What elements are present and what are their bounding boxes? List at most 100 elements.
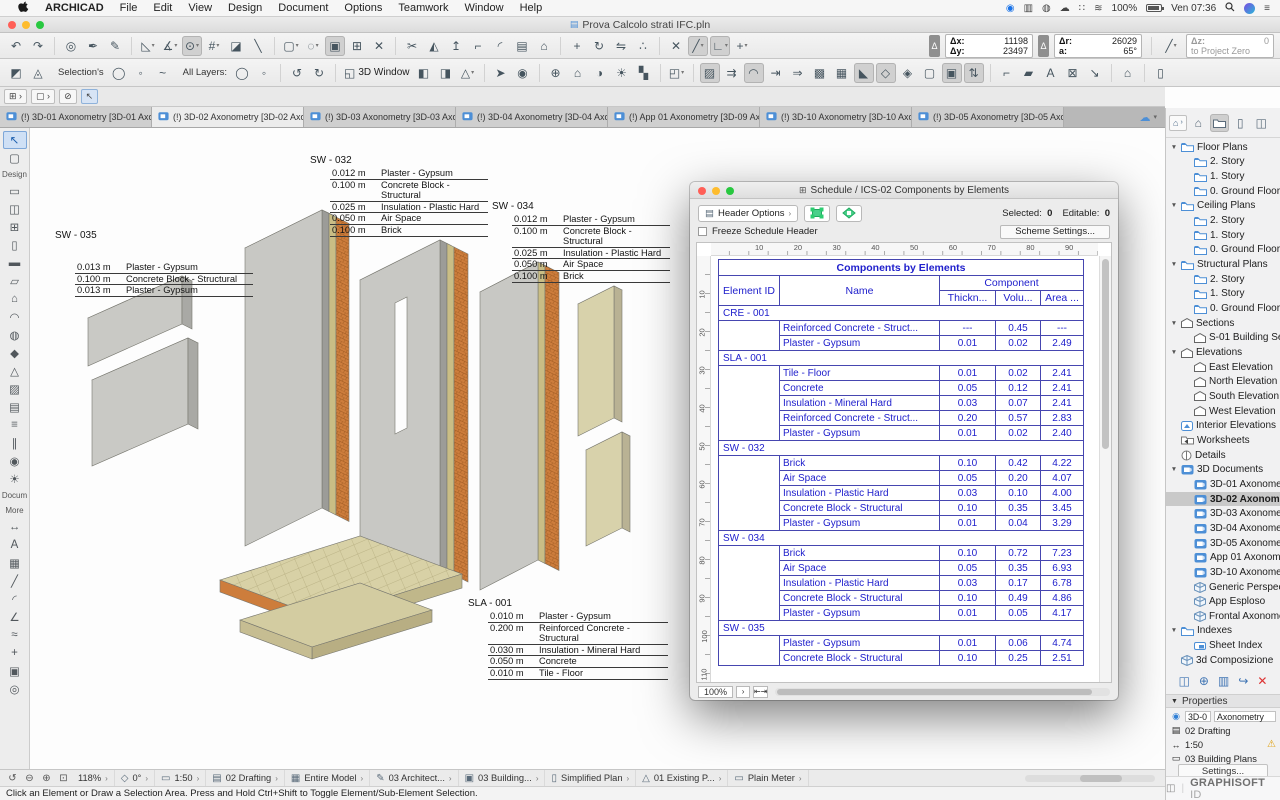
expander-icon[interactable]: ▼ [1170,202,1178,209]
expander-icon[interactable]: ▼ [1170,320,1178,327]
select-area-button[interactable] [804,205,830,222]
tree-item[interactable]: Frontal Axonometry [1166,609,1280,624]
trace-reference-icon[interactable]: ▢▾ [281,36,301,56]
favorites-pen-icon[interactable]: ✎ [105,36,125,56]
schedule-group-row[interactable]: CRE - 001 [719,306,1084,321]
zoom-out-icon[interactable]: ⊖ [21,773,38,784]
guide-lines-icon[interactable]: ◺▾ [138,36,158,56]
resize-icon[interactable]: ▤ [512,36,532,56]
menu-teamwork[interactable]: Teamwork [390,2,456,14]
show-all-3d-icon[interactable]: ◬ [28,63,48,83]
tab-1[interactable]: (!) 3D-01 Axonometry [3D-01 Axono... [0,107,152,127]
frame-sel-icon[interactable]: ⊠ [1063,63,1083,83]
schedule-data-row[interactable]: Brick0.100.727.23 [719,546,1084,561]
tree-item[interactable]: East Elevation [1166,360,1280,375]
look-to-icon[interactable]: ◉ [513,63,533,83]
door-tool[interactable]: ◫ [3,200,27,218]
tab-7[interactable]: (!) 3D-05 Axonometry [3D-05 Axono... [912,107,1064,127]
view-back-icon[interactable]: ↺ [287,63,307,83]
rotate-icon[interactable]: ↻ [589,36,609,56]
default-tool[interactable]: ⊘ [59,89,77,104]
wifi-icon[interactable]: ≋ [1094,3,1102,14]
menu-file[interactable]: File [112,2,146,14]
extensions-icon[interactable]: ∷ [1079,3,1085,14]
3d-window-icon[interactable]: ◱3D Window [342,63,411,83]
expander-icon[interactable]: ▼ [1170,261,1178,268]
tree-item[interactable]: Generic Perspective [1166,580,1280,595]
publisher-tab[interactable]: ◫ [1252,114,1271,132]
cancel-icon[interactable]: ✕ [666,36,686,56]
marquee-rect-icon[interactable]: ▢ [920,63,940,83]
tree-item[interactable]: ▼Floor Plans [1166,140,1280,155]
tab-2[interactable]: (!) 3D-02 Axonometry [3D-02 Axon... [152,107,304,127]
intersect-icon[interactable]: ⌐ [468,36,488,56]
view-name-field[interactable]: Axonometry [1214,711,1276,722]
tab-overflow-button[interactable]: ☁ ▾ [1064,107,1165,127]
skylight-tool[interactable]: ◍ [3,326,27,344]
line-tool[interactable]: ╱ [3,572,27,590]
figure-tool[interactable]: ▣ [3,662,27,680]
dimensions-control[interactable]: ▭Plain Meter› [728,770,808,786]
toolbox-popup[interactable]: ⊞ › [4,89,27,104]
split-icon[interactable]: ◭ [424,36,444,56]
cutaway-3d-icon[interactable]: ◨ [436,63,456,83]
apple-menu-icon[interactable] [10,0,37,16]
drawing-canvas[interactable]: SW - 0350.013 mPlaster - Gypsum0.100 mCo… [30,128,1165,769]
view-map-tab[interactable] [1210,114,1229,132]
zone-tool[interactable]: ▨ [3,380,27,398]
cut-hatch-icon[interactable]: ◣ [854,63,874,83]
tree-item[interactable]: North Elevation [1166,375,1280,390]
app-status-icon[interactable]: ◉ [1006,3,1015,14]
camera-tool[interactable]: ◎ [3,680,27,698]
import-button[interactable]: ↪ [1238,674,1248,688]
tree-item[interactable]: 3D-10 Axonometry [1166,565,1280,580]
tree-item[interactable]: App Esploso [1166,594,1280,609]
layers-drop-icon[interactable]: ◦ [254,63,274,83]
tab-4[interactable]: (!) 3D-04 Axonometry [3D-04 Axon... [456,107,608,127]
renovation-filter-control[interactable]: △01 Existing P...› [636,770,728,786]
model-view-options-control[interactable]: ▣03 Building...› [459,770,546,786]
tree-item[interactable]: 3D-01 Axonometry [1166,477,1280,492]
arrow-tool[interactable]: ↖ [3,131,27,149]
layer-combination-control[interactable]: ▤02 Drafting› [206,770,285,786]
opening-icon[interactable]: ◈ [898,63,918,83]
zone-dot-icon[interactable]: ◇ [876,63,896,83]
schedule-minimize-button[interactable] [712,187,720,195]
text-tool[interactable]: A [3,536,27,554]
dimension-tool[interactable]: ↔ [3,518,27,536]
tree-item[interactable]: 1. Story [1166,287,1280,302]
sync-icon[interactable]: ◍ [1042,3,1051,14]
pick-up-parameters-icon[interactable]: ◎ [61,36,81,56]
tree-item[interactable]: 1. Story [1166,228,1280,243]
schedule-zoom-button[interactable] [726,187,734,195]
measure-icon[interactable]: ⊞ [347,36,367,56]
anchor-icon[interactable]: ◌▾ [303,36,323,56]
tree-item[interactable]: West Elevation [1166,404,1280,419]
fill-display-icon[interactable]: ▨ [700,63,720,83]
schedule-zoom-value[interactable]: 100% [698,686,733,698]
virtual-trace-icon[interactable]: ▣ [325,36,345,56]
tree-item[interactable]: Worksheets [1166,433,1280,448]
tree-item[interactable]: ▼Sections [1166,316,1280,331]
schedule-data-row[interactable]: Tile - Floor0.010.022.41 [719,366,1084,381]
tree-item[interactable]: 3d Composizione [1166,653,1280,668]
tree-item[interactable]: 1. Story [1166,169,1280,184]
tab-5[interactable]: (!) App 01 Axonometry [3D-09 Axon... [608,107,760,127]
property-layer-row[interactable]: ▤ 02 Drafting [1166,724,1280,737]
header-options-button[interactable]: ▤ Header Options› [698,205,798,222]
menu-options[interactable]: Options [336,2,390,14]
schedule-data-row[interactable]: Brick0.100.424.22 [719,456,1084,471]
graphisoft-brand[interactable]: GRAPHISOFT ID [1190,777,1280,800]
object-tool[interactable]: ◉ [3,452,27,470]
arc-tool[interactable]: ◜ [3,590,27,608]
selections-drop-icon[interactable]: ◦ [131,63,151,83]
show-selection-icon[interactable]: ◩ [6,63,26,83]
notification-center-icon[interactable]: ≡ [1264,3,1270,14]
tracker-ra[interactable]: Δr:26029 a:65° [1054,34,1142,58]
move-icon[interactable]: + [567,36,587,56]
lamp-tool[interactable]: ☀ [3,470,27,488]
fill-tool[interactable]: ▦ [3,554,27,572]
elevation-tool-icon[interactable]: ╱▾ [1161,36,1181,56]
marquee-zoom-icon[interactable]: ⊕ [546,63,566,83]
tree-item[interactable]: Details [1166,448,1280,463]
